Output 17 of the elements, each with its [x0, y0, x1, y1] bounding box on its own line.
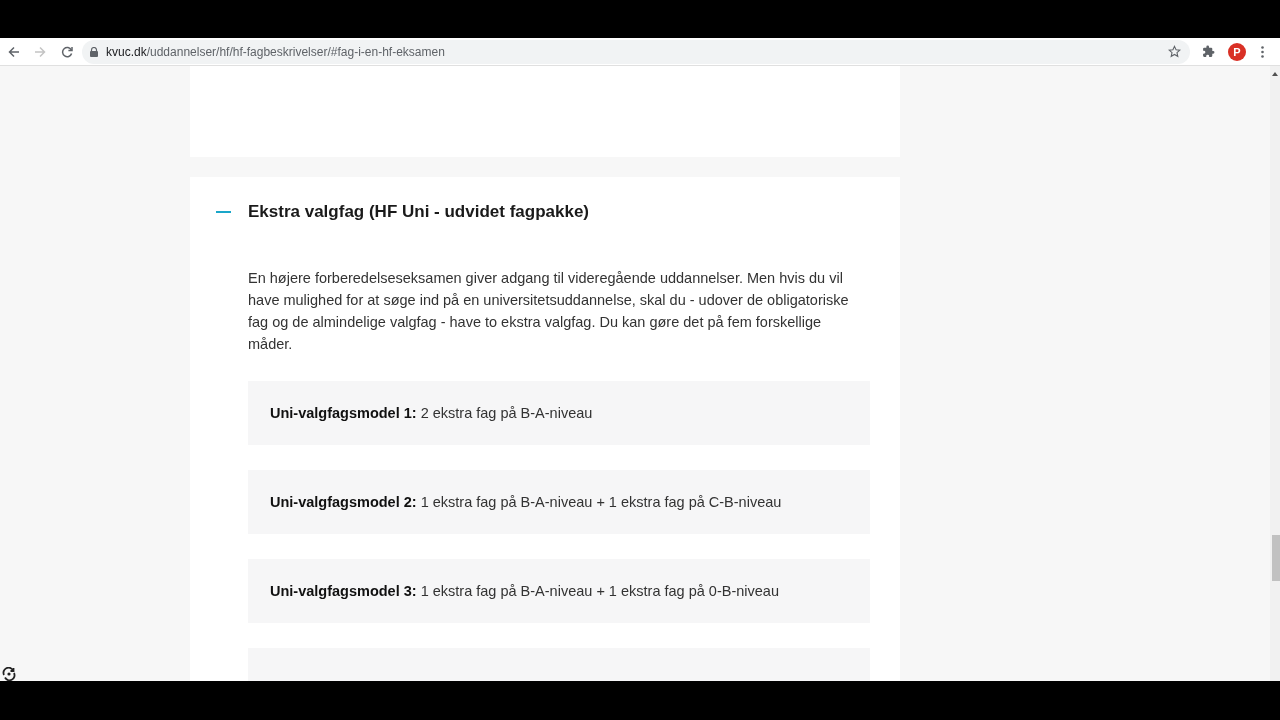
model-option: Uni-valgfagsmodel 2: 1 ekstra fag på B-A-niveau + 1 ekstra fag på C-B-niveau [248, 470, 870, 534]
scrollbar-thumb[interactable] [1272, 535, 1280, 581]
lock-icon [90, 46, 98, 57]
model-option: Uni-valgfagsmodel 3: 1 ekstra fag på B-A-niveau + 1 ekstra fag på 0-B-niveau [248, 559, 870, 623]
scrollbar[interactable] [1270, 66, 1280, 681]
back-arrow-icon[interactable] [8, 45, 20, 58]
profile-avatar[interactable]: P [1228, 42, 1246, 61]
scroll-up-arrow-icon[interactable] [1272, 72, 1278, 76]
kebab-menu-icon[interactable] [1261, 45, 1264, 58]
model-option: Uni-valgfagsmodel 1: 2 ekstra fag på B-A-niveau [248, 381, 870, 445]
address-bar[interactable]: kvuc.dk/uddannelser/hf/hf-fagbeskrivelser/#fag-i-en-hf-eksamen [82, 39, 1190, 64]
accordion-title[interactable]: Ekstra valgfag (HF Uni - udvidet fagpakke) [248, 201, 589, 223]
reload-icon[interactable] [61, 45, 73, 58]
intro-paragraph: En højere forberedelseseksamen giver adgang til videregående uddannelser. Men hvis du vil have mulighed for at søge ind på en universitetsuddannelse, skal du - udover de obligatoriske fag og de almindelige valgfag - have to ekstra valgfag. Du kan gøre det på fem forskellige måder. [248, 269, 850, 354]
bookmark-star-icon[interactable] [1168, 45, 1181, 58]
puzzle-piece-icon[interactable] [1202, 45, 1215, 58]
url-text: kvuc.dk/uddannelser/hf/hf-fagbeskrivelser/#fag-i-en-hf-eksamen [106, 44, 445, 59]
